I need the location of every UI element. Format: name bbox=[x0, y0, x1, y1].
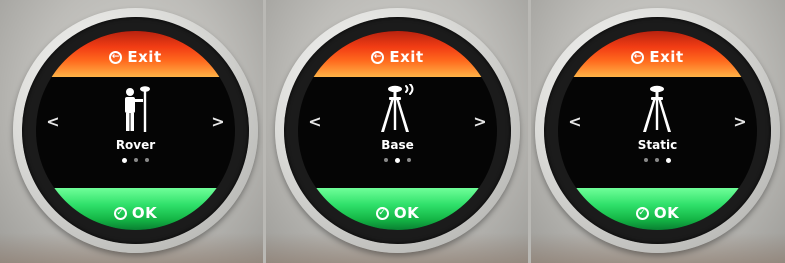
device-screen: ← Exit < > bbox=[558, 31, 757, 230]
photo-panel-base: ← Exit < > Base ✓ OK bbox=[266, 0, 528, 263]
page-dot-3 bbox=[407, 158, 411, 162]
check-icon: ✓ bbox=[113, 206, 127, 220]
mode-label: Base bbox=[381, 138, 414, 152]
device-screen: ← Exit < > bbox=[36, 31, 235, 230]
prev-mode-button[interactable]: < bbox=[308, 114, 322, 130]
device-screen: ← Exit < > bbox=[298, 31, 497, 230]
check-icon: ✓ bbox=[635, 206, 649, 220]
prev-mode-button[interactable]: < bbox=[46, 114, 60, 130]
back-arrow-icon: ← bbox=[371, 50, 385, 64]
ok-label: OK bbox=[131, 204, 158, 222]
page-dot-3 bbox=[666, 157, 671, 163]
page-dot-3 bbox=[145, 158, 149, 162]
photo-panel-rover: ← Exit < > Rover ✓ OK bbox=[0, 0, 263, 263]
page-indicator bbox=[558, 157, 757, 163]
page-indicator bbox=[36, 157, 235, 163]
ok-button[interactable]: ✓ OK bbox=[36, 188, 235, 230]
exit-label: Exit bbox=[649, 48, 684, 66]
ok-label: OK bbox=[653, 204, 680, 222]
next-mode-button[interactable]: > bbox=[211, 114, 225, 130]
page-dot-2 bbox=[395, 157, 400, 163]
exit-label: Exit bbox=[389, 48, 424, 66]
static-tripod-icon bbox=[643, 85, 671, 132]
ok-label: OK bbox=[393, 204, 420, 222]
ok-button[interactable]: ✓ OK bbox=[558, 188, 757, 230]
rover-surveyor-icon bbox=[125, 86, 150, 132]
device-body: ← Exit < > bbox=[275, 8, 520, 253]
device-body: ← Exit < > bbox=[13, 8, 258, 253]
back-arrow-icon: ← bbox=[109, 50, 123, 64]
exit-button[interactable]: ← Exit bbox=[558, 31, 757, 77]
next-mode-button[interactable]: > bbox=[733, 114, 747, 130]
device-bezel: ← Exit < > bbox=[284, 17, 511, 244]
check-icon: ✓ bbox=[375, 206, 389, 220]
device-bezel: ← Exit < > bbox=[22, 17, 249, 244]
exit-button[interactable]: ← Exit bbox=[36, 31, 235, 77]
page-dot-1 bbox=[644, 158, 648, 162]
back-arrow-icon: ← bbox=[631, 50, 645, 64]
device-bezel: ← Exit < > bbox=[544, 17, 771, 244]
photo-panel-static: ← Exit < > Static ✓ OK bbox=[531, 0, 785, 263]
mode-label: Rover bbox=[115, 138, 156, 152]
base-tripod-broadcast-icon bbox=[381, 84, 414, 132]
page-dot-1 bbox=[122, 157, 127, 163]
page-dot-2 bbox=[655, 158, 659, 162]
page-dot-2 bbox=[134, 158, 138, 162]
next-mode-button[interactable]: > bbox=[473, 114, 487, 130]
ok-button[interactable]: ✓ OK bbox=[298, 188, 497, 230]
exit-button[interactable]: ← Exit bbox=[298, 31, 497, 77]
page-indicator bbox=[298, 157, 497, 163]
prev-mode-button[interactable]: < bbox=[568, 114, 582, 130]
page-dot-1 bbox=[384, 158, 388, 162]
mode-label: Static bbox=[637, 138, 678, 152]
photo-strip: ← Exit < > Rover ✓ OK ← Exit < > Base ✓ … bbox=[0, 0, 785, 263]
device-body: ← Exit < > bbox=[535, 8, 780, 253]
exit-label: Exit bbox=[127, 48, 162, 66]
